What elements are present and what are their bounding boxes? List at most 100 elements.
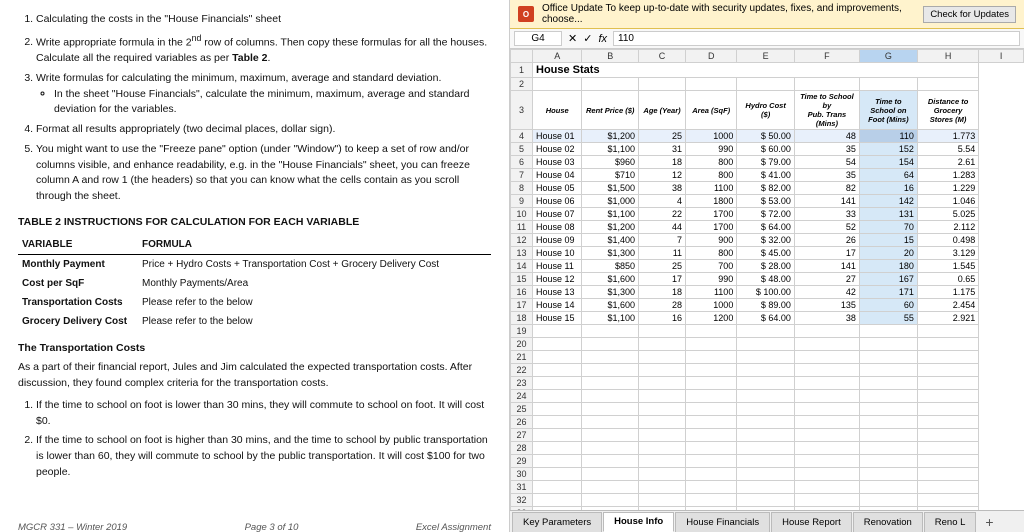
variable-row: Grocery Delivery CostPlease refer to the… xyxy=(18,312,491,331)
col-header-row xyxy=(511,50,533,63)
tab-renovation[interactable]: Renovation xyxy=(853,512,923,532)
table-row: 5House 02$1,10031990$ 60.00351525.54 xyxy=(511,143,1024,156)
spreadsheet-container[interactable]: ABCDEFGHI1House Stats23HouseRent Price (… xyxy=(510,49,1024,510)
cell-12-3: 900 xyxy=(686,234,737,247)
cell-17-3: 1000 xyxy=(686,299,737,312)
table-row: 10House 07$1,100221700$ 72.00331315.025 xyxy=(511,208,1024,221)
cell-16-2: 18 xyxy=(639,286,686,299)
cell-13-5: 17 xyxy=(794,247,859,260)
tab-house-financials[interactable]: House Financials xyxy=(675,512,770,532)
row-num-11: 11 xyxy=(511,221,533,234)
tab-house-info[interactable]: House Info xyxy=(603,512,674,532)
cell-13-6: 20 xyxy=(859,247,917,260)
cell-10-7: 5.025 xyxy=(917,208,978,221)
cell-10-0: House 07 xyxy=(533,208,582,221)
update-text: Office Update To keep up-to-date with se… xyxy=(542,3,915,25)
cell-5-4: $ 60.00 xyxy=(737,143,795,156)
row-num-7: 7 xyxy=(511,169,533,182)
variable-name: Cost per SqF xyxy=(18,274,138,293)
row-num-8: 8 xyxy=(511,182,533,195)
row-num-9: 9 xyxy=(511,195,533,208)
instruction-5: You might want to use the "Freeze pane" … xyxy=(36,142,491,205)
cell-7-4: $ 41.00 xyxy=(737,169,795,182)
cell-8-2: 38 xyxy=(639,182,686,195)
col-header-label-0: House xyxy=(533,91,582,130)
col-header-label-1: Rent Price ($) xyxy=(582,91,639,130)
row-num-15: 15 xyxy=(511,273,533,286)
cell-12-0: House 09 xyxy=(533,234,582,247)
row-num-17: 17 xyxy=(511,299,533,312)
confirm-formula-button[interactable]: ✓ xyxy=(581,32,594,45)
cell-5-1: $1,100 xyxy=(582,143,639,156)
cell-5-3: 990 xyxy=(686,143,737,156)
cell-10-2: 22 xyxy=(639,208,686,221)
formula-input[interactable] xyxy=(613,31,1020,46)
row-num-20: 20 xyxy=(511,338,533,351)
cell-11-4: $ 64.00 xyxy=(737,221,795,234)
cell-5-6: 152 xyxy=(859,143,917,156)
table-row: 16House 13$1,300181100$ 100.00421711.175 xyxy=(511,286,1024,299)
cell-15-3: 990 xyxy=(686,273,737,286)
empty-row-32: 32 xyxy=(511,494,1024,507)
variable-formula: Monthly Payments/Area xyxy=(138,274,491,293)
cell-4-2: 25 xyxy=(639,130,686,143)
variable-formula: Please refer to the below xyxy=(138,293,491,312)
cell-6-0: House 03 xyxy=(533,156,582,169)
transport-intro: As a part of their financial report, Jul… xyxy=(18,360,491,392)
variable-name: Monthly Payment xyxy=(18,254,138,274)
cell-4-1: $1,200 xyxy=(582,130,639,143)
row-num-25: 25 xyxy=(511,403,533,416)
cell-15-2: 17 xyxy=(639,273,686,286)
check-updates-button[interactable]: Check for Updates xyxy=(923,6,1016,23)
variable-name: Transportation Costs xyxy=(18,293,138,312)
cell-17-4: $ 89.00 xyxy=(737,299,795,312)
table-row: 13House 10$1,30011800$ 45.0017203.129 xyxy=(511,247,1024,260)
tab-reno-l[interactable]: Reno L xyxy=(924,512,977,532)
tab-house-report[interactable]: House Report xyxy=(771,512,852,532)
cancel-formula-button[interactable]: ✕ xyxy=(566,32,579,45)
row-num-27: 27 xyxy=(511,429,533,442)
table-row: 9House 06$1,00041800$ 53.001411421.046 xyxy=(511,195,1024,208)
cell-4-0: House 01 xyxy=(533,130,582,143)
tab-key-parameters[interactable]: Key Parameters xyxy=(512,512,602,532)
instruction-3: Write formulas for calculating the minim… xyxy=(36,71,491,118)
cell-14-4: $ 28.00 xyxy=(737,260,795,273)
col-header-label-3: Area (SqF) xyxy=(686,91,737,130)
footer-center: Page 3 of 10 xyxy=(245,521,299,532)
empty-row-30: 30 xyxy=(511,468,1024,481)
cell-8-4: $ 82.00 xyxy=(737,182,795,195)
cell-16-6: 171 xyxy=(859,286,917,299)
cell-15-1: $1,600 xyxy=(582,273,639,286)
table-row: 11House 08$1,200441700$ 64.0052702.112 xyxy=(511,221,1024,234)
cell-11-1: $1,200 xyxy=(582,221,639,234)
row-num-32: 32 xyxy=(511,494,533,507)
cell-18-3: 1200 xyxy=(686,312,737,325)
cell-18-4: $ 64.00 xyxy=(737,312,795,325)
cell-13-3: 800 xyxy=(686,247,737,260)
cell-9-5: 141 xyxy=(794,195,859,208)
cell-16-3: 1100 xyxy=(686,286,737,299)
row-num-21: 21 xyxy=(511,351,533,364)
cell-15-4: $ 48.00 xyxy=(737,273,795,286)
cell-7-2: 12 xyxy=(639,169,686,182)
cell-8-6: 16 xyxy=(859,182,917,195)
cell-4-3: 1000 xyxy=(686,130,737,143)
empty-row-28: 28 xyxy=(511,442,1024,455)
insert-function-button[interactable]: fx xyxy=(596,33,609,45)
add-sheet-button[interactable]: + xyxy=(979,514,999,530)
cell-7-7: 1.283 xyxy=(917,169,978,182)
row-num-3: 3 xyxy=(511,91,533,130)
variable-name: Grocery Delivery Cost xyxy=(18,312,138,331)
cell-6-3: 800 xyxy=(686,156,737,169)
cell-17-6: 60 xyxy=(859,299,917,312)
cell-reference-input[interactable] xyxy=(514,31,562,46)
variable-formula: Price + Hydro Costs + Transportation Cos… xyxy=(138,254,491,274)
cell-10-5: 33 xyxy=(794,208,859,221)
cell-18-5: 38 xyxy=(794,312,859,325)
cell-5-0: House 02 xyxy=(533,143,582,156)
cell-14-2: 25 xyxy=(639,260,686,273)
empty-row-21: 21 xyxy=(511,351,1024,364)
cell-8-7: 1.229 xyxy=(917,182,978,195)
cell-7-6: 64 xyxy=(859,169,917,182)
cell-4-5: 48 xyxy=(794,130,859,143)
